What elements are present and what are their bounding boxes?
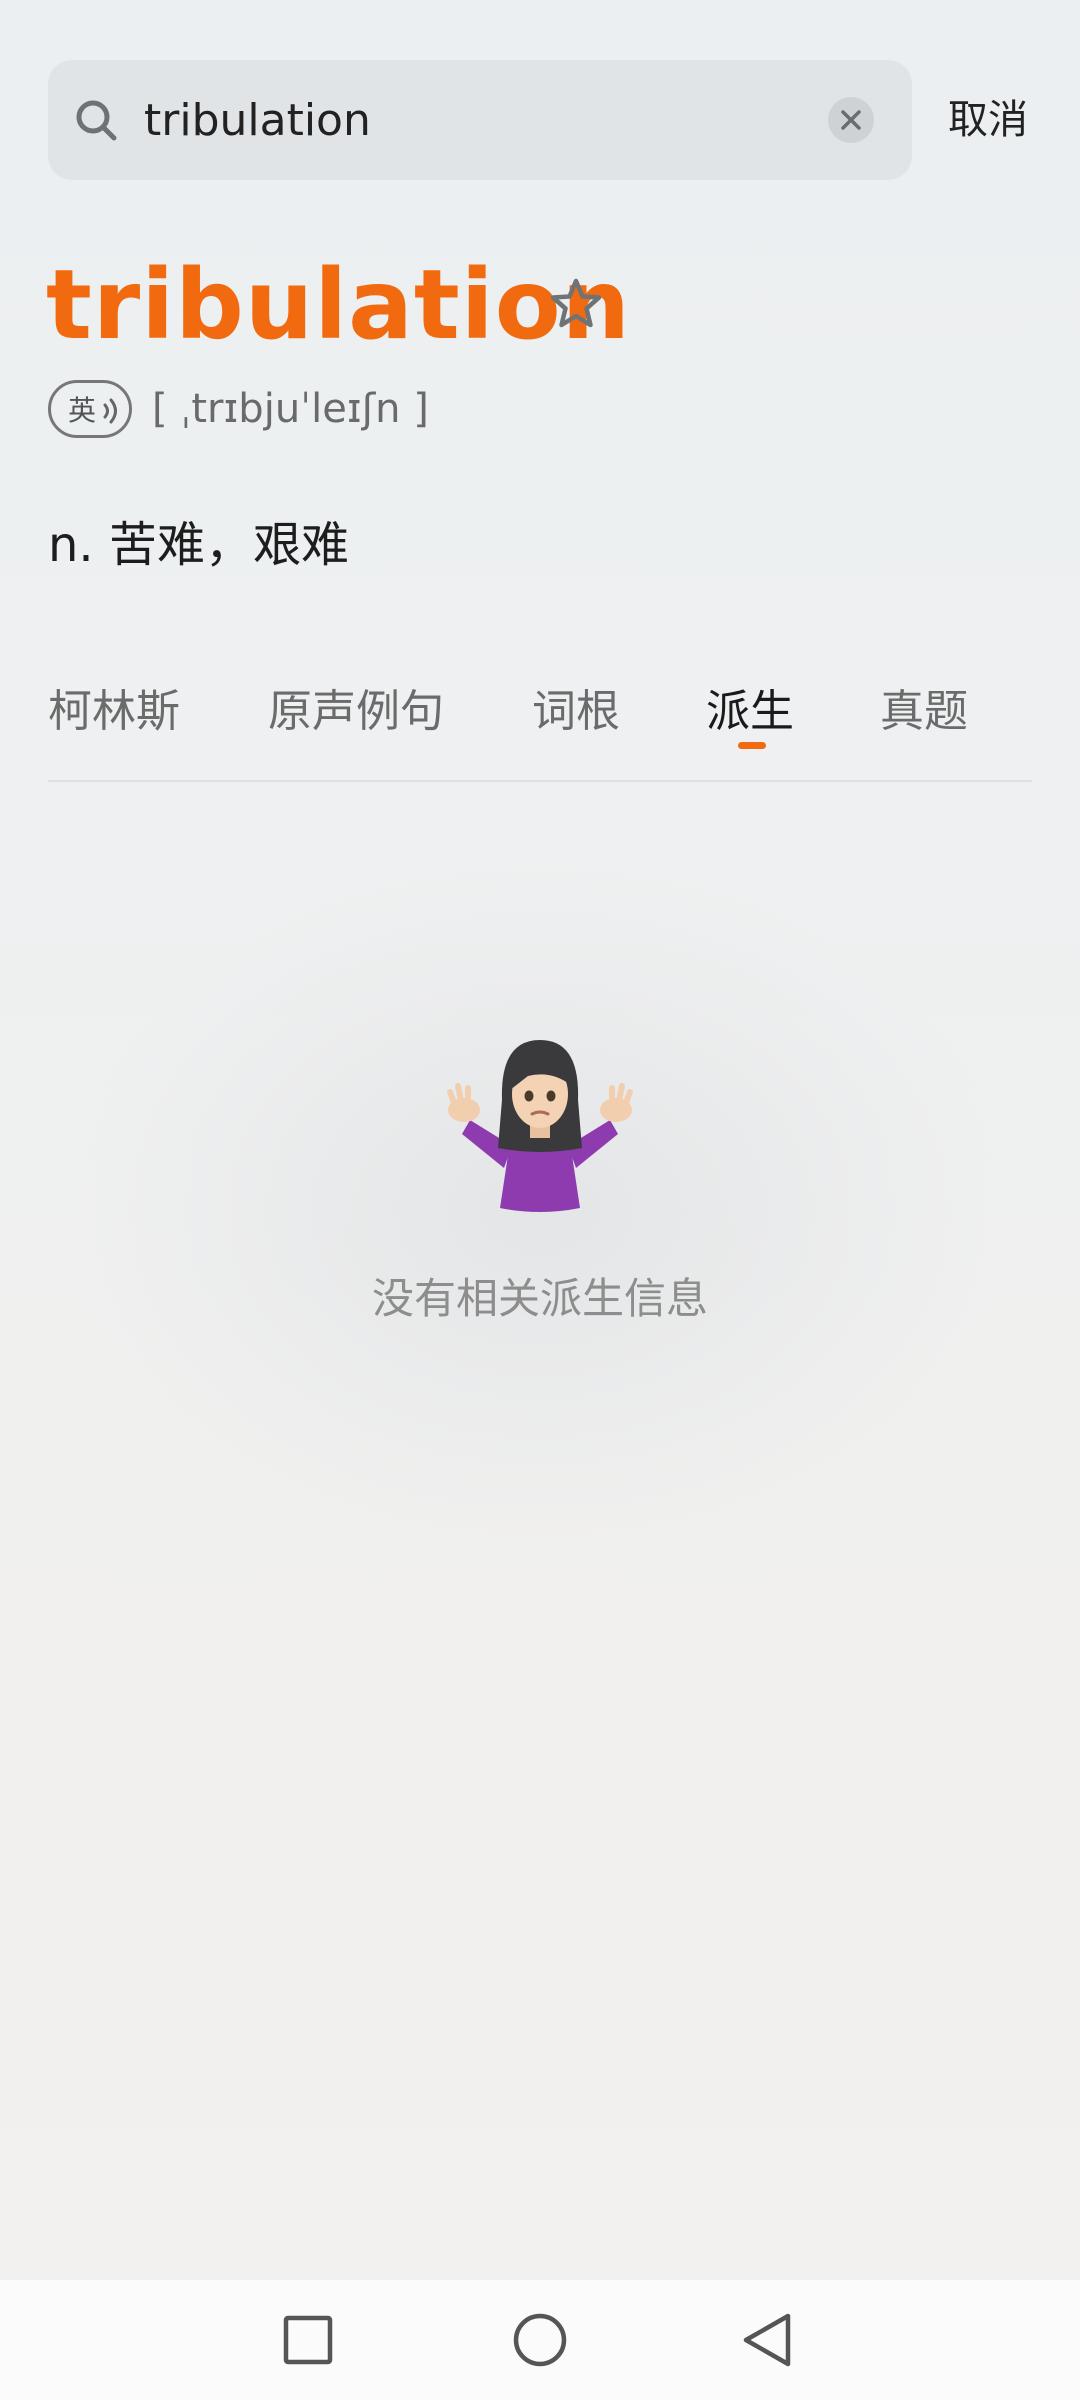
pronunciation-row: 英 [ ˌtrɪbjuˈleɪʃn ]: [48, 378, 429, 440]
system-navigation-bar: [0, 2280, 1080, 2400]
headword: tribulation: [46, 249, 631, 361]
tab-exam-questions[interactable]: 真题: [880, 680, 968, 744]
search-icon: [76, 100, 117, 141]
tab-example-sentences[interactable]: 原声例句: [268, 680, 444, 744]
speaker-waves-icon: [103, 398, 117, 424]
tab-word-root[interactable]: 词根: [532, 680, 620, 744]
pron-badge-label: 英: [67, 394, 96, 427]
active-tab-indicator: [738, 742, 766, 749]
phonetic-transcription: [ ˌtrɪbjuˈleɪʃn ]: [152, 386, 429, 432]
definition: n. 苦难，艰难: [48, 517, 349, 573]
tab-derivatives[interactable]: 派生: [706, 680, 794, 744]
home-icon[interactable]: [510, 2310, 570, 2370]
tab-bar: 柯林斯 原声例句 词根 派生 真题: [48, 670, 1032, 782]
cancel-button[interactable]: 取消: [948, 92, 1038, 148]
clear-search-button[interactable]: [828, 97, 874, 143]
search-input[interactable]: [144, 84, 764, 156]
pronunciation-button[interactable]: 英: [48, 380, 132, 438]
tab-collins[interactable]: 柯林斯: [48, 680, 180, 744]
close-icon: [841, 110, 861, 130]
favorite-star-icon[interactable]: [548, 276, 604, 332]
search-row: 取消: [48, 60, 1032, 180]
back-icon[interactable]: [738, 2310, 798, 2370]
person-shrugging-icon: [447, 1040, 633, 1212]
empty-state-message: 没有相关派生信息: [371, 1274, 708, 1323]
search-box[interactable]: [48, 60, 912, 180]
recent-apps-icon[interactable]: [278, 2310, 338, 2370]
